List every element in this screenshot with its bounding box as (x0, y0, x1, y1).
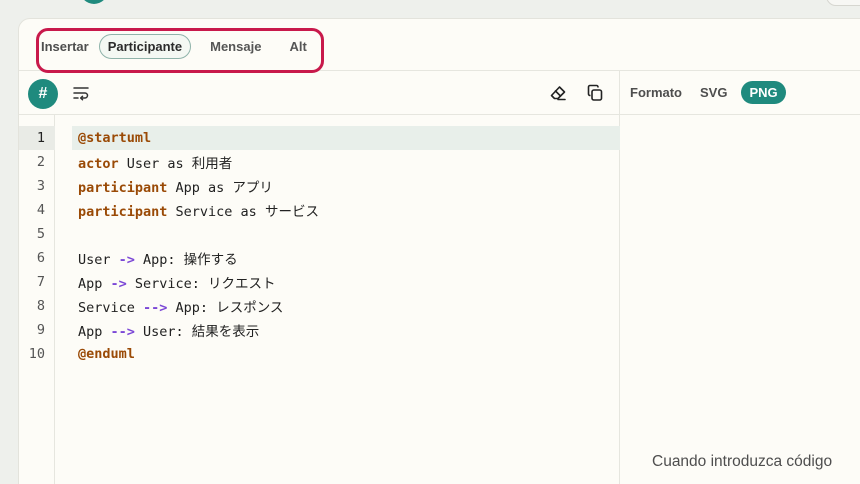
code-text: App --> User: 結果を表示 (78, 320, 259, 340)
eraser-icon[interactable] (548, 83, 568, 103)
insert-items: Insertar Participante Mensaje Alt (41, 33, 316, 59)
code-line[interactable]: 4 participant Service as サービス (19, 198, 619, 222)
code-line[interactable]: 9 App --> User: 結果を表示 (19, 318, 619, 342)
editor-card: Insertar Participante Mensaje Alt # 1 @s… (18, 18, 860, 484)
code-text: App -> Service: リクエスト (78, 272, 276, 292)
format-png-button[interactable]: PNG (741, 81, 786, 104)
line-number: 8 (36, 298, 45, 314)
text-token: User (78, 252, 119, 268)
text-token: User: 結果を表示 (134, 324, 260, 340)
line-number: 3 (36, 178, 45, 194)
code-text: User -> App: 操作する (78, 248, 238, 268)
format-bar: Formato SVG PNG (620, 71, 860, 115)
top-avatar[interactable] (80, 0, 108, 4)
code-line[interactable]: 6 User -> App: 操作する (19, 246, 619, 270)
code-text: actor User as 利用者 (78, 152, 232, 172)
code-text: participant Service as サービス (78, 200, 319, 220)
code-line[interactable]: 8 Service --> App: レスポンス (19, 294, 619, 318)
format-label: Formato (630, 85, 682, 100)
text-token: User as 利用者 (118, 156, 233, 172)
text-token: Service: リクエスト (126, 276, 276, 292)
text-token: Service (78, 300, 144, 316)
line-number: 4 (36, 202, 45, 218)
line-number: 5 (36, 226, 45, 242)
keyword-token: participant (78, 180, 168, 196)
keyword-token: @enduml (78, 346, 135, 362)
code-editor[interactable]: 1 @startuml 2 actor User as 利用者 3 participant… (19, 115, 620, 484)
preview-pane: Formato SVG PNG Cuando introduzca código (620, 71, 860, 484)
format-svg-button[interactable]: SVG (692, 81, 735, 104)
arrow-token: --> (110, 324, 135, 340)
line-number: 7 (36, 274, 45, 290)
wrap-lines-icon[interactable] (71, 83, 91, 103)
code-text: @startuml (78, 130, 151, 146)
code-line[interactable]: 1 @startuml (19, 126, 619, 150)
top-bar (0, 0, 860, 18)
preview-placeholder: Cuando introduzca código (652, 453, 833, 470)
keyword-token: participant (78, 204, 168, 220)
text-token: App: 操作する (134, 252, 238, 268)
insert-label: Insertar (41, 38, 89, 54)
text-token: Service as サービス (167, 204, 319, 220)
code-text: participant App as アプリ (78, 176, 273, 196)
arrow-token: --> (143, 300, 168, 316)
insert-message-button[interactable]: Mensaje (201, 34, 270, 59)
text-token: App (78, 276, 111, 292)
editor-toolbar: # (19, 71, 619, 115)
arrow-token: -> (118, 252, 135, 268)
code-line[interactable]: 5 (19, 222, 619, 246)
text-token: App: レスポンス (167, 300, 284, 316)
insert-alt-button[interactable]: Alt (280, 34, 315, 59)
line-number: 10 (28, 346, 45, 362)
top-pill-button[interactable] (826, 0, 860, 6)
hash-icon[interactable]: # (28, 79, 58, 109)
text-token: App as アプリ (167, 180, 273, 196)
code-line[interactable]: 7 App -> Service: リクエスト (19, 270, 619, 294)
arrow-token: -> (110, 276, 127, 292)
line-number: 6 (36, 250, 45, 266)
keyword-token: @startuml (78, 130, 152, 146)
line-number: 1 (36, 130, 45, 146)
line-number: 2 (36, 154, 45, 170)
code-text: Service --> App: レスポンス (78, 296, 283, 316)
code-line[interactable]: 2 actor User as 利用者 (19, 150, 619, 174)
text-token: App (78, 324, 111, 340)
code-line[interactable]: 3 participant App as アプリ (19, 174, 619, 198)
code-pane: # 1 @startuml 2 actor User as 利用者 3 part… (19, 71, 620, 484)
copy-icon[interactable] (585, 83, 605, 103)
code-lines: 1 @startuml 2 actor User as 利用者 3 participant… (19, 126, 619, 366)
keyword-token: actor (78, 156, 119, 172)
code-line[interactable]: 10 @enduml (19, 342, 619, 366)
insert-bar: Insertar Participante Mensaje Alt (19, 19, 860, 73)
insert-participant-button[interactable]: Participante (98, 33, 192, 59)
line-number: 9 (36, 322, 45, 338)
code-text: @enduml (78, 346, 135, 362)
